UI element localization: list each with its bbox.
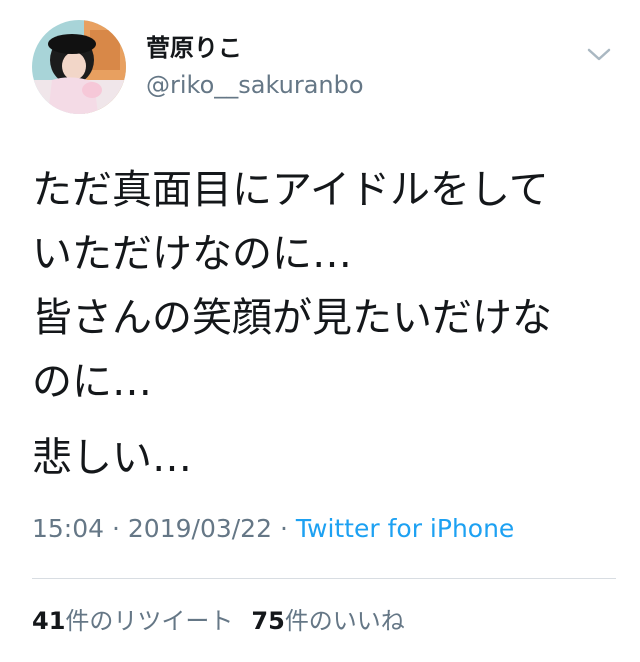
tweet-detail: 菅原りこ @riko__sakuranbo ただ真面目にアイドルをして いただけ… [0,0,640,662]
tweet-text-line: いただけなのに… [32,231,352,277]
meta-separator: · [112,514,120,543]
retweets-count: 41 [32,607,66,635]
likes-stat[interactable]: 75件のいいね [251,607,404,635]
display-name[interactable]: 菅原りこ [146,33,242,63]
tweet-meta: 15:04 · 2019/03/22 · Twitter for iPhone [32,512,514,546]
likes-label: 件のいいね [284,607,405,635]
tweet-date: 2019/03/22 [127,514,272,543]
profile-photo [32,20,126,114]
likes-count: 75 [251,607,285,635]
divider [32,578,616,579]
tweet-text-line: ただ真面目にアイドルをして [32,167,549,213]
tweet-stats: 41件のリツイート 75件のいいね [32,604,405,638]
avatar[interactable] [32,20,126,114]
meta-separator: · [279,514,288,543]
chevron-down-icon[interactable] [584,42,614,66]
tweet-source-link[interactable]: Twitter for iPhone [296,514,514,543]
tweet-text: ただ真面目にアイドルをして いただけなのに… 皆さんの笑顔が見たいだけな のに…… [32,158,612,490]
retweets-stat[interactable]: 41件のリツイート [32,607,233,635]
tweet-text-line: 皆さんの笑顔が見たいだけな [32,295,552,341]
tweet-text-line: 悲しい… [32,435,192,481]
tweet-time: 15:04 [32,514,105,543]
tweet-text-line: のに… [32,359,152,405]
retweets-label: 件のリツイート [65,607,234,635]
user-handle[interactable]: @riko__sakuranbo [146,70,364,100]
